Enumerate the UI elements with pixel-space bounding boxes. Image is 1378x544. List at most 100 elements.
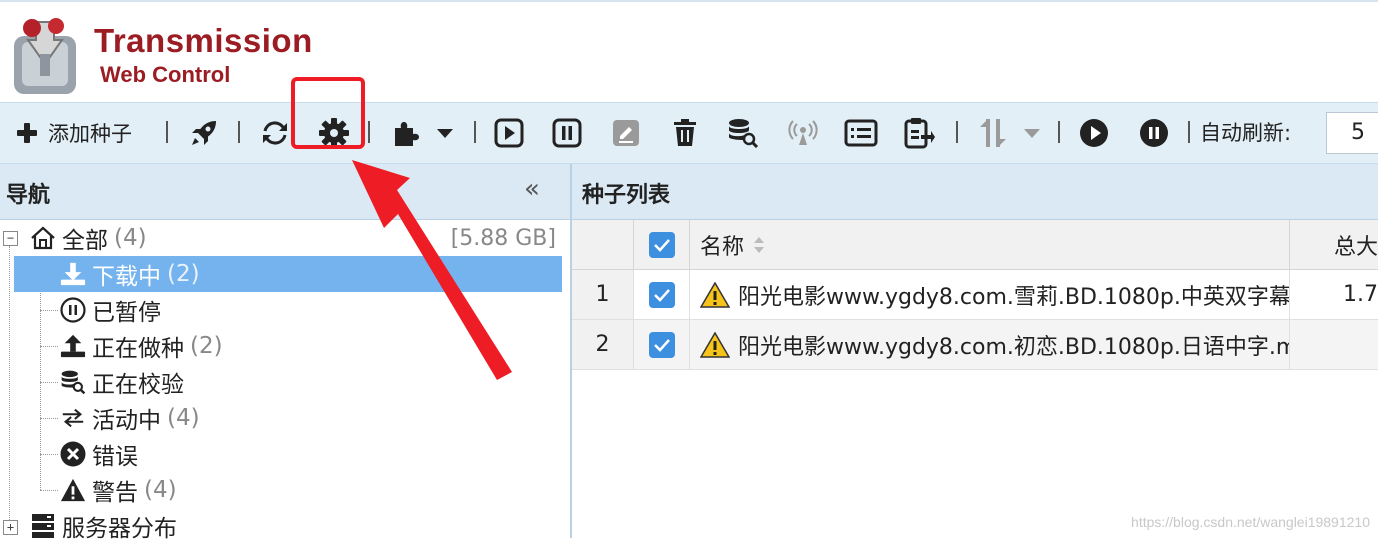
download-icon [60,261,86,287]
torrent-list-panel: 种子列表 名称 总大 1 阳光电影www.ygdy8.com.雪莉.BD.108… [572,164,1378,538]
start-all-button[interactable] [1078,111,1110,155]
toolbar-divider [474,121,476,143]
nav-item-downloading[interactable]: 下载中 (2) [14,256,562,292]
refresh-icon [263,121,287,145]
select-all-checkbox[interactable] [648,231,675,258]
total-size: [5.88 GB] [450,225,556,251]
home-icon [30,225,56,251]
nav-count: (2) [190,333,223,359]
torrent-list-button[interactable] [844,111,878,155]
torrent-size [1290,320,1378,370]
torrent-name-cell[interactable]: 阳光电影www.ygdy8.com.雪莉.BD.1080p.中英双字幕 [690,270,1290,320]
toolbar-divider [368,121,370,143]
plugins-menu-button[interactable] [388,111,458,155]
export-button[interactable] [902,111,936,155]
column-name-label: 名称 [700,234,745,260]
refresh-button[interactable] [258,111,292,155]
pause-all-icon [1140,119,1168,147]
column-name[interactable]: 名称 [690,220,1290,270]
rocket-icon [192,121,216,145]
nav-item-warning[interactable]: 警告 (4) [0,472,562,508]
annotation-highlight-box [291,77,365,149]
signal-icon [788,120,818,145]
auto-refresh-input[interactable]: 5 [1326,112,1378,154]
column-total-size-label: 总大 [1333,234,1378,260]
delete-button[interactable] [672,111,698,155]
start-button[interactable] [494,111,524,155]
pause-button[interactable] [552,111,582,155]
clipboard-icon [904,118,935,149]
nav-label: 错误 [92,444,138,470]
error-circle-icon [60,441,86,467]
select-all-checkbox-cell[interactable] [634,220,690,270]
row-number: 1 [572,270,634,320]
toolbar-divider [956,121,958,143]
collapse-panel-icon[interactable]: « [524,174,540,204]
collapse-toggle-icon[interactable]: − [3,231,18,246]
navigation-panel: 导航 « − 全部 (4) [5.88 GB] 下载中 (2) 已暂停 正在做种… [0,164,572,542]
toolbar-divider [1188,121,1190,143]
checkmark-icon [653,288,670,302]
add-torrent-label: 添加种子 [48,122,132,146]
nav-count: (4) [144,477,177,503]
row-checkbox-cell[interactable] [634,320,690,370]
nav-count: (4) [114,225,147,251]
reannounce-button[interactable] [786,111,820,155]
nav-item-paused[interactable]: 已暂停 [0,292,562,328]
row-checkbox[interactable] [648,331,675,358]
caret-down-icon [437,129,453,138]
warning-icon [60,477,86,503]
expand-toggle-icon[interactable]: + [3,520,18,535]
add-torrent-button[interactable]: 添加种子 [16,111,132,155]
pause-circle-icon [60,297,86,323]
torrent-size: 1.7 [1290,270,1378,320]
edit-icon [613,120,639,146]
sort-arrows-icon [754,236,765,253]
nav-title: 导航 [6,183,51,208]
upload-icon [60,333,86,359]
nav-header: 导航 « [0,164,570,220]
nav-item-all[interactable]: − 全部 (4) [5.88 GB] [0,220,562,256]
checkmark-icon [653,238,670,252]
app-header: Transmission Web Control [0,0,1378,102]
list-header: 种子列表 [572,164,1378,220]
nav-label: 活动中 [92,408,161,434]
nav-item-checking[interactable]: 正在校验 [0,364,562,400]
nav-item-seeding[interactable]: 正在做种 (2) [0,328,562,364]
torrent-name-cell[interactable]: 阳光电影www.ygdy8.com.初恋.BD.1080p.日语中字.mkv [690,320,1290,370]
column-total-size[interactable]: 总大 [1290,220,1378,270]
toolbar-divider [166,121,168,143]
nav-item-error[interactable]: 错误 [0,436,562,472]
nav-label: 已暂停 [92,300,161,326]
start-all-icon [1080,119,1108,147]
play-icon [494,118,524,148]
warning-icon [700,331,730,358]
toolbar-divider [238,121,240,143]
nav-item-servers[interactable]: + 服务器分布 [0,508,562,544]
column-rownum [572,220,634,270]
brand-subtitle: Web Control [100,62,231,87]
row-checkbox-cell[interactable] [634,270,690,320]
row-checkbox[interactable] [648,281,675,308]
sort-icon [980,119,1006,147]
torrent-name: 阳光电影www.ygdy8.com.初恋.BD.1080p.日语中字.mkv [738,334,1290,360]
list-icon [844,119,878,147]
warning-icon [700,281,730,308]
plus-icon [17,123,37,143]
database-search-icon [60,369,86,395]
nav-label: 正在校验 [92,372,184,398]
checkmark-icon [653,338,670,352]
sort-menu-button[interactable] [974,111,1046,155]
start-all-rocket-button[interactable] [188,111,220,155]
pause-all-button[interactable] [1138,111,1170,155]
brand-title: Transmission [94,22,313,59]
rename-button[interactable] [612,111,640,155]
pause-icon [552,118,582,148]
caret-down-icon [1024,129,1040,138]
row-number: 2 [572,320,634,370]
server-icon [30,513,56,539]
exchange-icon [60,405,86,431]
torrent-name: 阳光电影www.ygdy8.com.雪莉.BD.1080p.中英双字幕 [738,284,1290,310]
verify-button[interactable] [726,111,760,155]
nav-item-active[interactable]: 活动中 (4) [0,400,562,436]
